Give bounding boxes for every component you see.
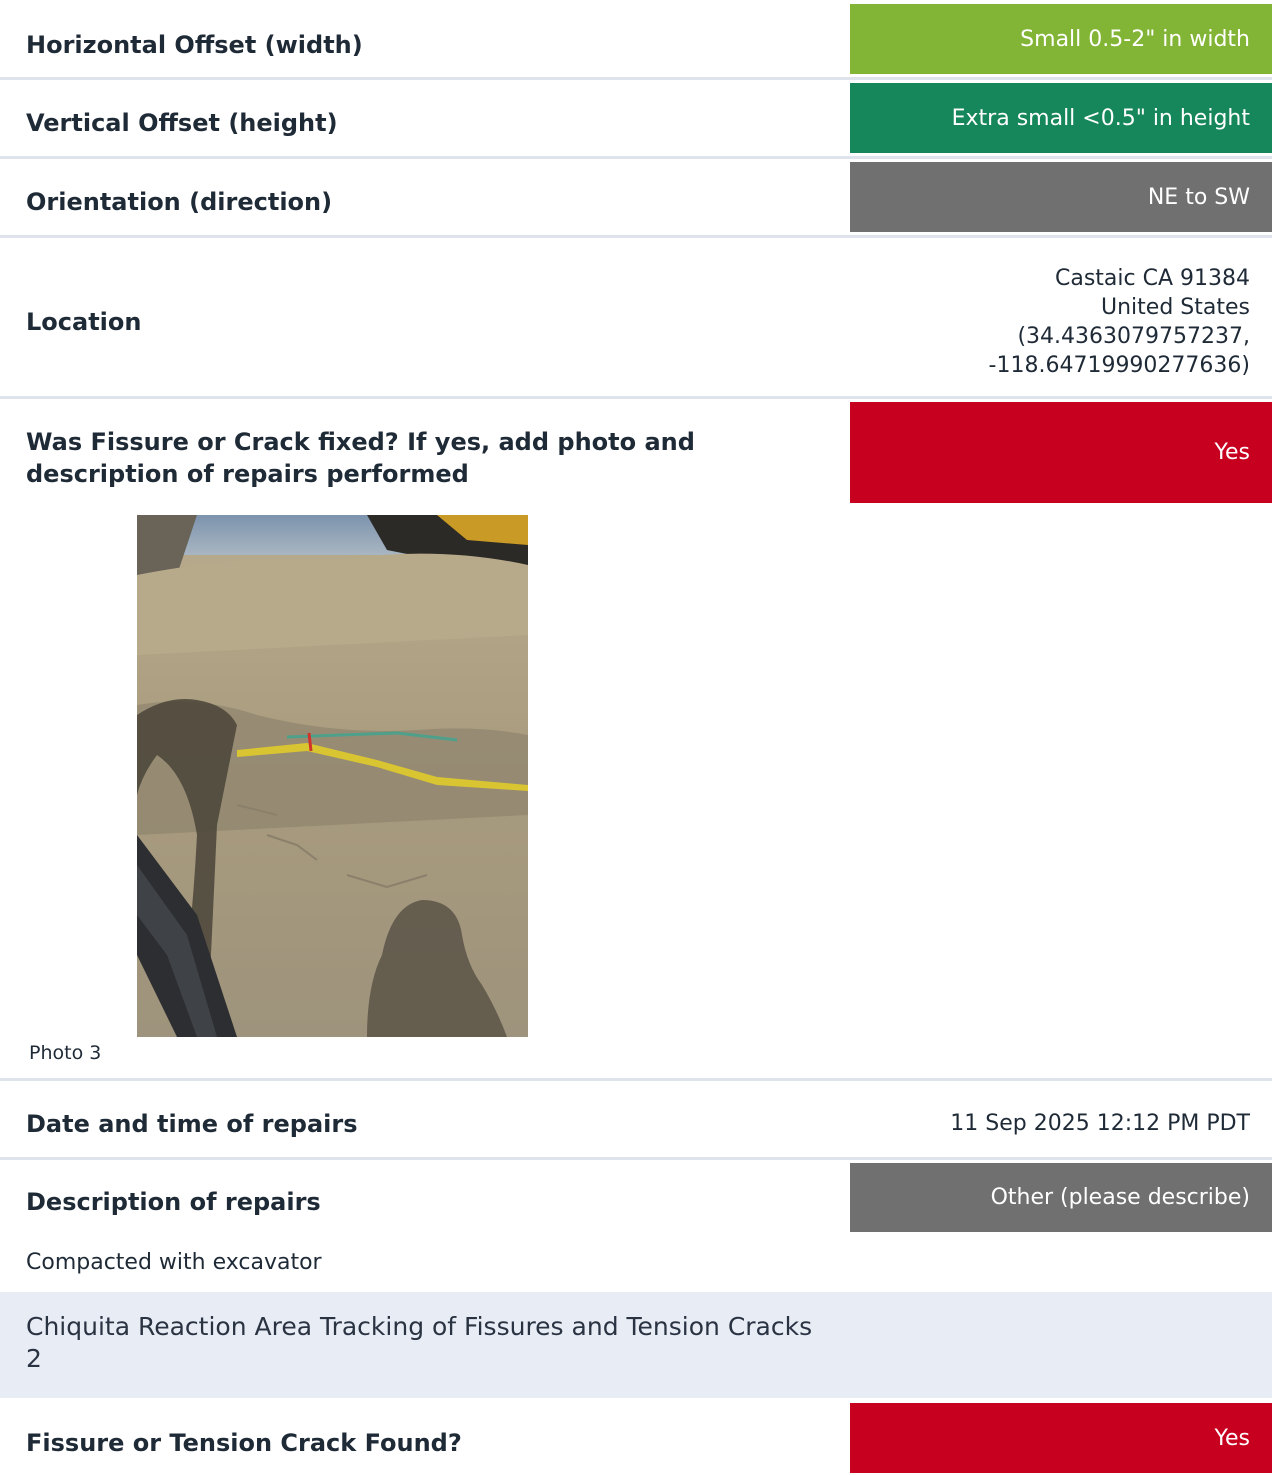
crack-found-label: Fissure or Tension Crack Found? bbox=[26, 1429, 462, 1457]
orientation-label: Orientation (direction) bbox=[26, 188, 333, 216]
repair-description-value: Other (please describe) bbox=[850, 1163, 1272, 1232]
vertical-offset-label: Vertical Offset (height) bbox=[26, 109, 338, 137]
fixed-question-label: Was Fissure or Crack fixed? If yes, add … bbox=[26, 428, 695, 488]
section-title: Chiquita Reaction Area Tracking of Fissu… bbox=[26, 1312, 813, 1373]
repair-description-label: Description of repairs bbox=[26, 1188, 321, 1216]
location-line: United States bbox=[1101, 295, 1250, 320]
fixed-value: Yes bbox=[850, 402, 1272, 503]
divider bbox=[0, 396, 1272, 399]
orientation-value-text: NE to SW bbox=[1147, 184, 1250, 210]
divider bbox=[0, 77, 1272, 80]
crack-found-value: Yes bbox=[850, 1403, 1272, 1473]
fixed-value-text: Yes bbox=[1214, 440, 1250, 465]
orientation-value: NE to SW bbox=[850, 162, 1272, 232]
vertical-offset-value: Extra small <0.5" in height bbox=[850, 83, 1272, 153]
location-label: Location bbox=[26, 308, 142, 336]
horizontal-offset-value-text: Small 0.5-2" in width bbox=[1020, 26, 1250, 52]
divider bbox=[0, 1078, 1272, 1081]
horizontal-offset-label: Horizontal Offset (width) bbox=[26, 31, 363, 59]
location-line: -118.64719990277636) bbox=[988, 353, 1250, 378]
vertical-offset-value-text: Extra small <0.5" in height bbox=[951, 105, 1250, 131]
location-line: Castaic CA 91384 bbox=[1054, 266, 1250, 291]
repair-note: Compacted with excavator bbox=[26, 1250, 322, 1275]
horizontal-offset-value: Small 0.5-2" in width bbox=[850, 4, 1272, 74]
location-line: (34.4363079757237, bbox=[1017, 324, 1250, 349]
divider bbox=[0, 1157, 1272, 1160]
crack-found-value-text: Yes bbox=[1214, 1425, 1250, 1451]
repair-description-value-text: Other (please describe) bbox=[990, 1185, 1250, 1210]
repair-photo[interactable] bbox=[137, 515, 528, 1037]
repair-date-label: Date and time of repairs bbox=[26, 1110, 358, 1138]
repair-date-value: 11 Sep 2025 12:12 PM PDT bbox=[950, 1111, 1250, 1136]
divider bbox=[0, 156, 1272, 159]
divider bbox=[0, 235, 1272, 238]
photo-caption: Photo 3 bbox=[29, 1042, 102, 1064]
location-value: Castaic CA 91384 United States (34.43630… bbox=[989, 264, 1250, 380]
